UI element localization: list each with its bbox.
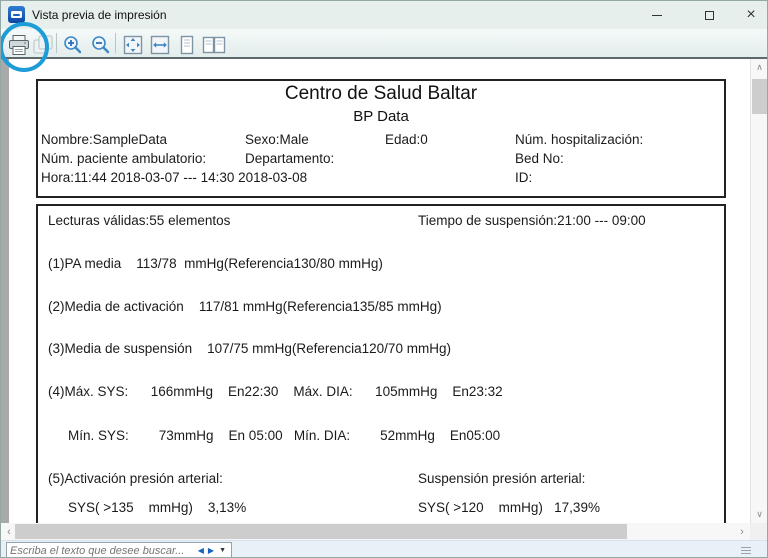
zoom-out-icon bbox=[89, 34, 113, 56]
zoom-in-icon bbox=[61, 34, 85, 56]
close-button[interactable]: × bbox=[735, 1, 767, 29]
valid-readings: Lecturas válidas:55 elementos bbox=[48, 213, 230, 228]
chevron-up-icon: ∧ bbox=[756, 62, 763, 73]
chevron-right-icon: › bbox=[740, 526, 744, 538]
document-page: Centro de Salud Baltar BP Data Nombre:Sa… bbox=[9, 59, 749, 523]
minimize-button[interactable] bbox=[641, 1, 673, 29]
chevron-down-icon: ∨ bbox=[756, 509, 763, 520]
patient-age: Edad:0 bbox=[385, 132, 428, 147]
vertical-scrollbar[interactable]: ∧ ∨ bbox=[750, 59, 768, 523]
toolbar-separator bbox=[56, 33, 57, 53]
stat-asleep-mean: (3)Media de suspensión 107/75 mmHg(Refer… bbox=[48, 341, 451, 356]
patient-name: Nombre:SampleData bbox=[41, 132, 167, 147]
two-pages-icon bbox=[201, 34, 227, 56]
fit-width-button[interactable] bbox=[146, 31, 174, 58]
search-box[interactable]: ◀ ▶ ▼ bbox=[6, 542, 232, 558]
two-pages-button[interactable] bbox=[200, 31, 228, 58]
toolbar bbox=[1, 29, 767, 59]
fit-page-button[interactable] bbox=[119, 31, 147, 58]
search-input[interactable] bbox=[7, 544, 196, 557]
triangle-left-icon: ◀ bbox=[198, 546, 204, 555]
horizontal-scrollbar-thumb[interactable] bbox=[15, 524, 627, 539]
scroll-right-button[interactable]: › bbox=[734, 523, 750, 540]
scroll-up-button[interactable]: ∧ bbox=[751, 59, 768, 76]
stat-asleep-bp-label: Suspensión presión arterial: bbox=[418, 471, 585, 486]
copies-button[interactable] bbox=[29, 31, 57, 58]
stat-mean-bp: (1)PA media 113/78 mmHg(Referencia130/80… bbox=[48, 256, 383, 271]
app-logo-mark bbox=[11, 11, 22, 18]
maximize-icon bbox=[705, 11, 714, 20]
zoom-in-button[interactable] bbox=[59, 31, 87, 58]
bed-number: Bed No: bbox=[515, 151, 564, 166]
clinic-name: Centro de Salud Baltar bbox=[38, 83, 724, 105]
report-title: BP Data bbox=[38, 108, 724, 125]
statusbar: ◀ ▶ ▼ bbox=[1, 540, 767, 558]
department: Departamento: bbox=[245, 151, 334, 166]
preview-area: Centro de Salud Baltar BP Data Nombre:Sa… bbox=[1, 59, 749, 523]
stat-asleep-sys-load: SYS( >120 mmHg) 17,39% bbox=[418, 500, 600, 515]
report-body-box: Lecturas válidas:55 elementos Tiempo de … bbox=[36, 204, 726, 523]
triangle-right-icon: ▶ bbox=[208, 546, 214, 555]
search-previous-button[interactable]: ◀ bbox=[196, 547, 206, 555]
scroll-down-button[interactable]: ∨ bbox=[751, 506, 768, 523]
patient-sex: Sexo:Male bbox=[245, 132, 309, 147]
zoom-out-button[interactable] bbox=[87, 31, 115, 58]
dropdown-arrow-icon: ▼ bbox=[219, 547, 226, 554]
maximize-button[interactable] bbox=[693, 1, 725, 29]
stat-max-values: (4)Máx. SYS: 166mmHg En22:30 Máx. DIA: 1… bbox=[48, 384, 503, 399]
print-preview-window: Vista previa de impresión × bbox=[0, 0, 768, 558]
one-page-button[interactable] bbox=[173, 31, 201, 58]
outpatient-number: Núm. paciente ambulatorio: bbox=[41, 151, 206, 166]
toolbar-separator bbox=[115, 33, 116, 53]
close-icon: × bbox=[746, 7, 755, 23]
stat-awake-mean: (2)Media de activación 117/81 mmHg(Refer… bbox=[48, 299, 442, 314]
report-header-box: Centro de Salud Baltar BP Data Nombre:Sa… bbox=[36, 79, 726, 198]
pages-copy-icon bbox=[31, 34, 55, 56]
window-title: Vista previa de impresión bbox=[32, 8, 167, 22]
search-next-button[interactable]: ▶ bbox=[206, 547, 216, 555]
scrollbar-corner bbox=[750, 523, 768, 540]
vertical-scrollbar-thumb[interactable] bbox=[752, 79, 767, 114]
suspension-time: Tiempo de suspensión:21:00 --- 09:00 bbox=[418, 213, 646, 228]
chevron-left-icon: ‹ bbox=[7, 526, 11, 538]
hospitalization-number: Núm. hospitalización: bbox=[515, 132, 643, 147]
resize-grip[interactable] bbox=[741, 547, 751, 554]
horizontal-scrollbar[interactable]: ‹ › bbox=[1, 523, 750, 540]
fit-page-icon bbox=[121, 34, 145, 56]
titlebar: Vista previa de impresión × bbox=[1, 1, 767, 29]
stat-awake-sys-load: SYS( >135 mmHg) 3,13% bbox=[68, 500, 246, 515]
one-page-icon bbox=[175, 34, 199, 56]
search-options-dropdown[interactable]: ▼ bbox=[216, 547, 231, 554]
stat-awake-bp-label: (5)Activación presión arterial: bbox=[48, 471, 223, 486]
app-icon bbox=[8, 6, 25, 23]
time-range: Hora:11:44 2018-03-07 --- 14:30 2018-03-… bbox=[41, 170, 307, 185]
minimize-icon bbox=[652, 15, 662, 16]
stat-min-values: Mín. SYS: 73mmHg En 05:00 Mín. DIA: 52mm… bbox=[68, 428, 500, 443]
patient-id: ID: bbox=[515, 170, 532, 185]
printer-icon bbox=[7, 34, 31, 56]
fit-width-icon bbox=[148, 34, 172, 56]
